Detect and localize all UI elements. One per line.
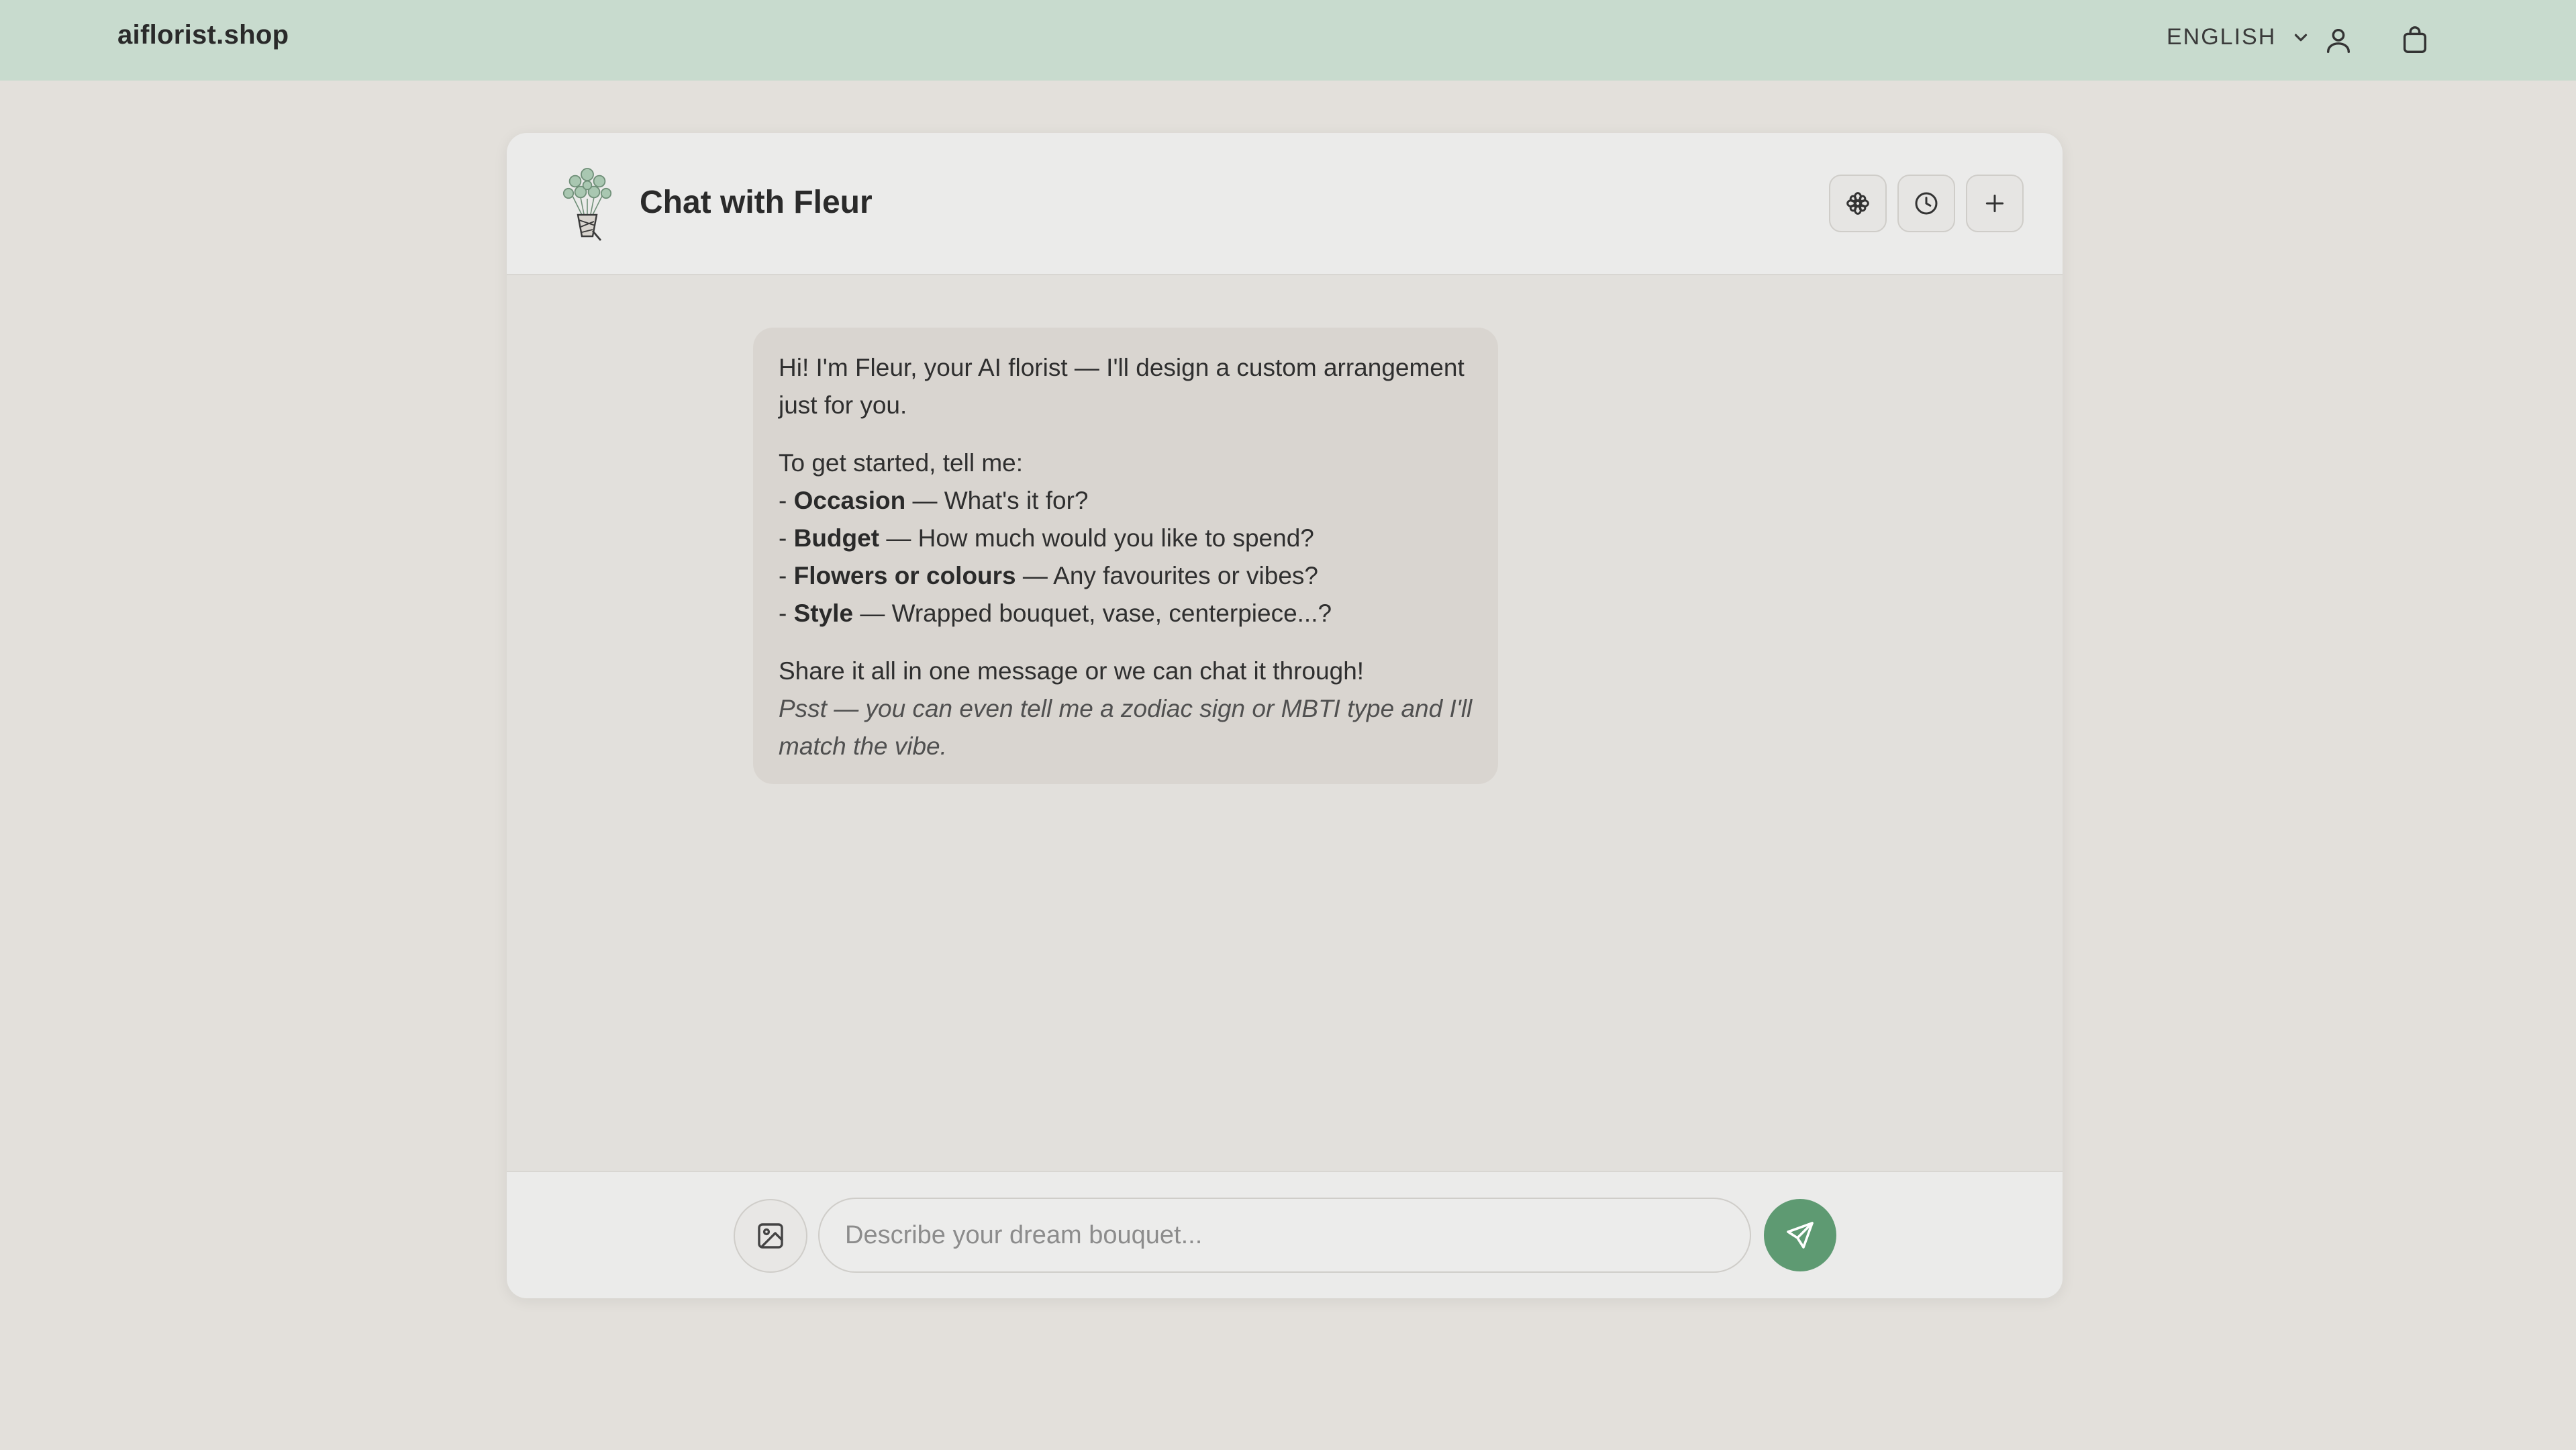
- account-button[interactable]: [2318, 20, 2359, 60]
- upload-image-button[interactable]: [734, 1199, 807, 1273]
- new-chat-button[interactable]: [1966, 175, 2024, 232]
- shopping-bag-icon: [2403, 26, 2427, 53]
- message-input[interactable]: [818, 1198, 1751, 1273]
- assistant-message-bubble: Hi! I'm Fleur, your AI florist — I'll de…: [753, 328, 1498, 784]
- bouquet-logo-icon: [562, 168, 612, 241]
- chat-history-button[interactable]: [1897, 175, 1955, 232]
- chat-title: Chat with Fleur: [640, 185, 873, 220]
- language-label: ENGLISH: [2167, 24, 2277, 50]
- brand-logo-text[interactable]: aiflorist.shop: [117, 20, 289, 50]
- flower-icon: [1846, 192, 1869, 215]
- plus-icon: [1985, 194, 2004, 213]
- chat-panel: Chat with Fleur Hi! I'm Fleur, your AI f…: [507, 133, 2063, 1298]
- message-composer: [507, 1171, 2063, 1298]
- user-icon: [2326, 28, 2350, 53]
- history-clock-icon: [1915, 192, 1938, 215]
- list-item: - Flowers or colours — Any favourites or…: [779, 562, 1319, 589]
- top-nav-bar: aiflorist.shop ENGLISH: [0, 0, 2576, 81]
- chat-header: Chat with Fleur: [507, 133, 2063, 275]
- send-icon: [1787, 1222, 1814, 1249]
- send-button[interactable]: [1764, 1199, 1836, 1271]
- message-prompt: To get started, tell me:: [779, 449, 1024, 477]
- cart-button[interactable]: [2395, 20, 2435, 60]
- image-upload-icon: [758, 1223, 783, 1249]
- flower-options-button[interactable]: [1829, 175, 1887, 232]
- message-share: Share it all in one message or we can ch…: [779, 657, 1365, 685]
- language-selector[interactable]: ENGLISH: [2167, 24, 2311, 50]
- message-intro: Hi! I'm Fleur, your AI florist — I'll de…: [779, 354, 1465, 419]
- list-item: - Budget — How much would you like to sp…: [779, 524, 1314, 552]
- list-item: - Occasion — What's it for?: [779, 487, 1089, 514]
- chevron-down-icon: [2295, 34, 2308, 41]
- message-psst: Psst — you can even tell me a zodiac sig…: [779, 695, 1473, 760]
- list-item: - Style — Wrapped bouquet, vase, centerp…: [779, 599, 1332, 627]
